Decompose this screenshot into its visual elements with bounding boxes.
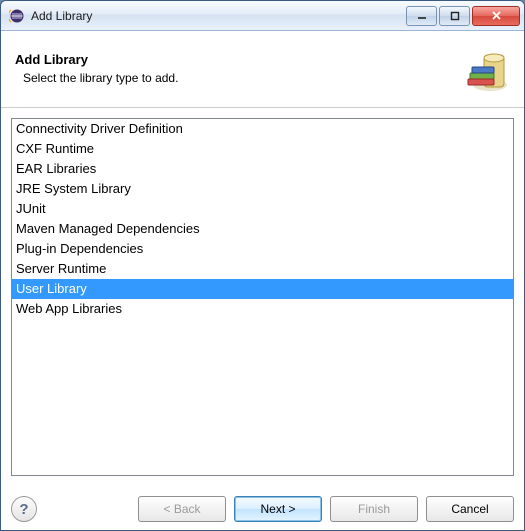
titlebar[interactable]: Add Library [1,1,524,31]
close-button[interactable] [472,6,520,26]
list-item[interactable]: Connectivity Driver Definition [12,119,513,139]
minimize-button[interactable] [406,6,437,26]
eclipse-icon [9,8,25,24]
library-icon [452,41,510,95]
window-title: Add Library [31,9,406,23]
list-item[interactable]: CXF Runtime [12,139,513,159]
window-controls [406,6,522,26]
dialog-window: Add Library Add Library Select the libra… [0,0,525,531]
list-item[interactable]: JRE System Library [12,179,513,199]
list-item[interactable]: Web App Libraries [12,299,513,319]
list-item[interactable]: Plug-in Dependencies [12,239,513,259]
finish-button[interactable]: Finish [330,496,418,522]
page-subtitle: Select the library type to add. [15,71,442,85]
back-button[interactable]: < Back [138,496,226,522]
next-button[interactable]: Next > [234,496,322,522]
cancel-button[interactable]: Cancel [426,496,514,522]
library-type-list[interactable]: Connectivity Driver DefinitionCXF Runtim… [11,118,514,476]
button-bar: ? < Back Next > Finish Cancel [1,488,524,530]
list-item[interactable]: EAR Libraries [12,159,513,179]
maximize-button[interactable] [439,6,470,26]
help-button[interactable]: ? [11,496,37,522]
list-item[interactable]: JUnit [12,199,513,219]
list-item[interactable]: Maven Managed Dependencies [12,219,513,239]
content-area: Connectivity Driver DefinitionCXF Runtim… [1,108,524,488]
list-item[interactable]: Server Runtime [12,259,513,279]
page-title: Add Library [15,52,442,67]
wizard-header: Add Library Select the library type to a… [1,31,524,108]
list-item[interactable]: User Library [12,279,513,299]
